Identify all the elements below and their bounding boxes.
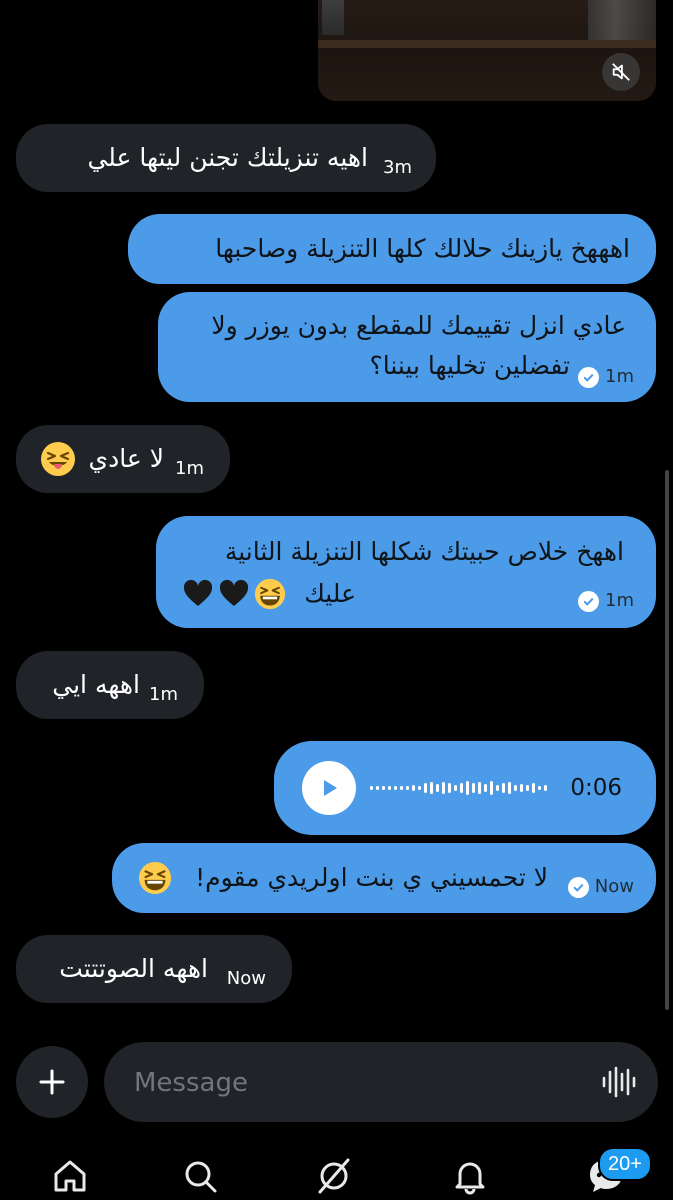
- muted-speaker-icon[interactable]: [602, 53, 640, 91]
- video-frame-detail: [588, 0, 656, 40]
- emoji-group: [182, 578, 286, 622]
- plus-icon: [39, 1069, 65, 1095]
- message-timestamp: Now: [226, 968, 266, 989]
- message-bubble-incoming[interactable]: اههه الصوتتتت Now: [16, 935, 292, 1003]
- messages-badge: 20+: [598, 1147, 652, 1181]
- sent-check-icon: [578, 366, 599, 388]
- message-text-line: عادي انزل تقييمك للمقطع بدون يوزر ولا: [211, 311, 626, 340]
- waveform-icon[interactable]: [600, 1064, 636, 1100]
- voice-duration: 0:06: [570, 775, 622, 801]
- message-text-line: اههخ خلاص حبيتك شكلها التنزيلة الثانية: [224, 537, 624, 566]
- message-bubble-outgoing[interactable]: عادي انزل تقييمك للمقطع بدون يوزر ولا تف…: [158, 292, 656, 402]
- bottom-navigation: [0, 1140, 673, 1200]
- message-bubble-outgoing[interactable]: لا تحمسيني ي بنت اولريدي مقوم! Now: [112, 843, 656, 913]
- sent-check-icon: [567, 876, 589, 898]
- message-input[interactable]: [132, 1042, 576, 1124]
- message-bubble-outgoing[interactable]: اهههخ يازينك حلالك كلها التنزيلة وصاحبها: [128, 214, 656, 284]
- message-bubble-incoming[interactable]: اهيه تنزيلتك تجنن ليتها علي 3m: [16, 124, 436, 192]
- message-text-line: عليك: [304, 579, 356, 608]
- message-composer: [104, 1042, 658, 1124]
- black-heart-icon: [182, 578, 214, 622]
- grok-icon[interactable]: [312, 1154, 356, 1198]
- notifications-icon[interactable]: [448, 1154, 492, 1198]
- search-icon[interactable]: [178, 1154, 222, 1198]
- message-timestamp: 1m: [578, 590, 634, 612]
- voice-message-bubble[interactable]: 0:06: [274, 741, 656, 835]
- sent-check-icon: [578, 590, 599, 612]
- video-frame-detail: [318, 40, 656, 48]
- scrollbar[interactable]: [665, 470, 669, 1010]
- black-heart-icon: [218, 578, 250, 622]
- message-timestamp: 3m: [383, 157, 412, 178]
- video-frame-detail: [322, 0, 344, 35]
- message-timestamp: 1m: [175, 458, 204, 479]
- play-button[interactable]: [302, 761, 356, 815]
- message-bubble-incoming[interactable]: اههه ايي 1m: [16, 651, 204, 719]
- message-text: اهههخ يازينك حلالك كلها التنزيلة وصاحبها: [215, 234, 630, 263]
- message-bubble-incoming[interactable]: لا عادي 1m: [16, 425, 230, 493]
- play-icon: [324, 780, 337, 796]
- squinting-tongue-emoji-icon: [40, 441, 76, 489]
- home-icon[interactable]: [48, 1154, 92, 1198]
- message-text: اههه ايي: [52, 670, 140, 699]
- audio-waveform: [370, 781, 547, 795]
- add-attachment-button[interactable]: [16, 1046, 88, 1118]
- message-text: لا تحمسيني ي بنت اولريدي مقوم!: [195, 863, 548, 892]
- grinning-squinting-emoji-icon: [254, 578, 286, 622]
- message-timestamp: Now: [567, 876, 634, 898]
- dm-conversation-screen: اهيه تنزيلتك تجنن ليتها علي 3m اهههخ ياز…: [0, 0, 673, 1200]
- message-text: لا عادي: [88, 444, 164, 473]
- grinning-squinting-emoji-icon: [138, 861, 172, 907]
- message-timestamp: 1m: [578, 366, 634, 388]
- message-text-line: تفضلين تخليها بيننا؟: [369, 351, 570, 380]
- message-text: اههه الصوتتتت: [59, 954, 208, 983]
- message-text: اهيه تنزيلتك تجنن ليتها علي: [87, 143, 368, 172]
- message-timestamp: 1m: [149, 684, 178, 705]
- video-attachment[interactable]: [318, 0, 656, 101]
- message-bubble-outgoing[interactable]: اههخ خلاص حبيتك شكلها التنزيلة الثانية ع…: [156, 516, 656, 628]
